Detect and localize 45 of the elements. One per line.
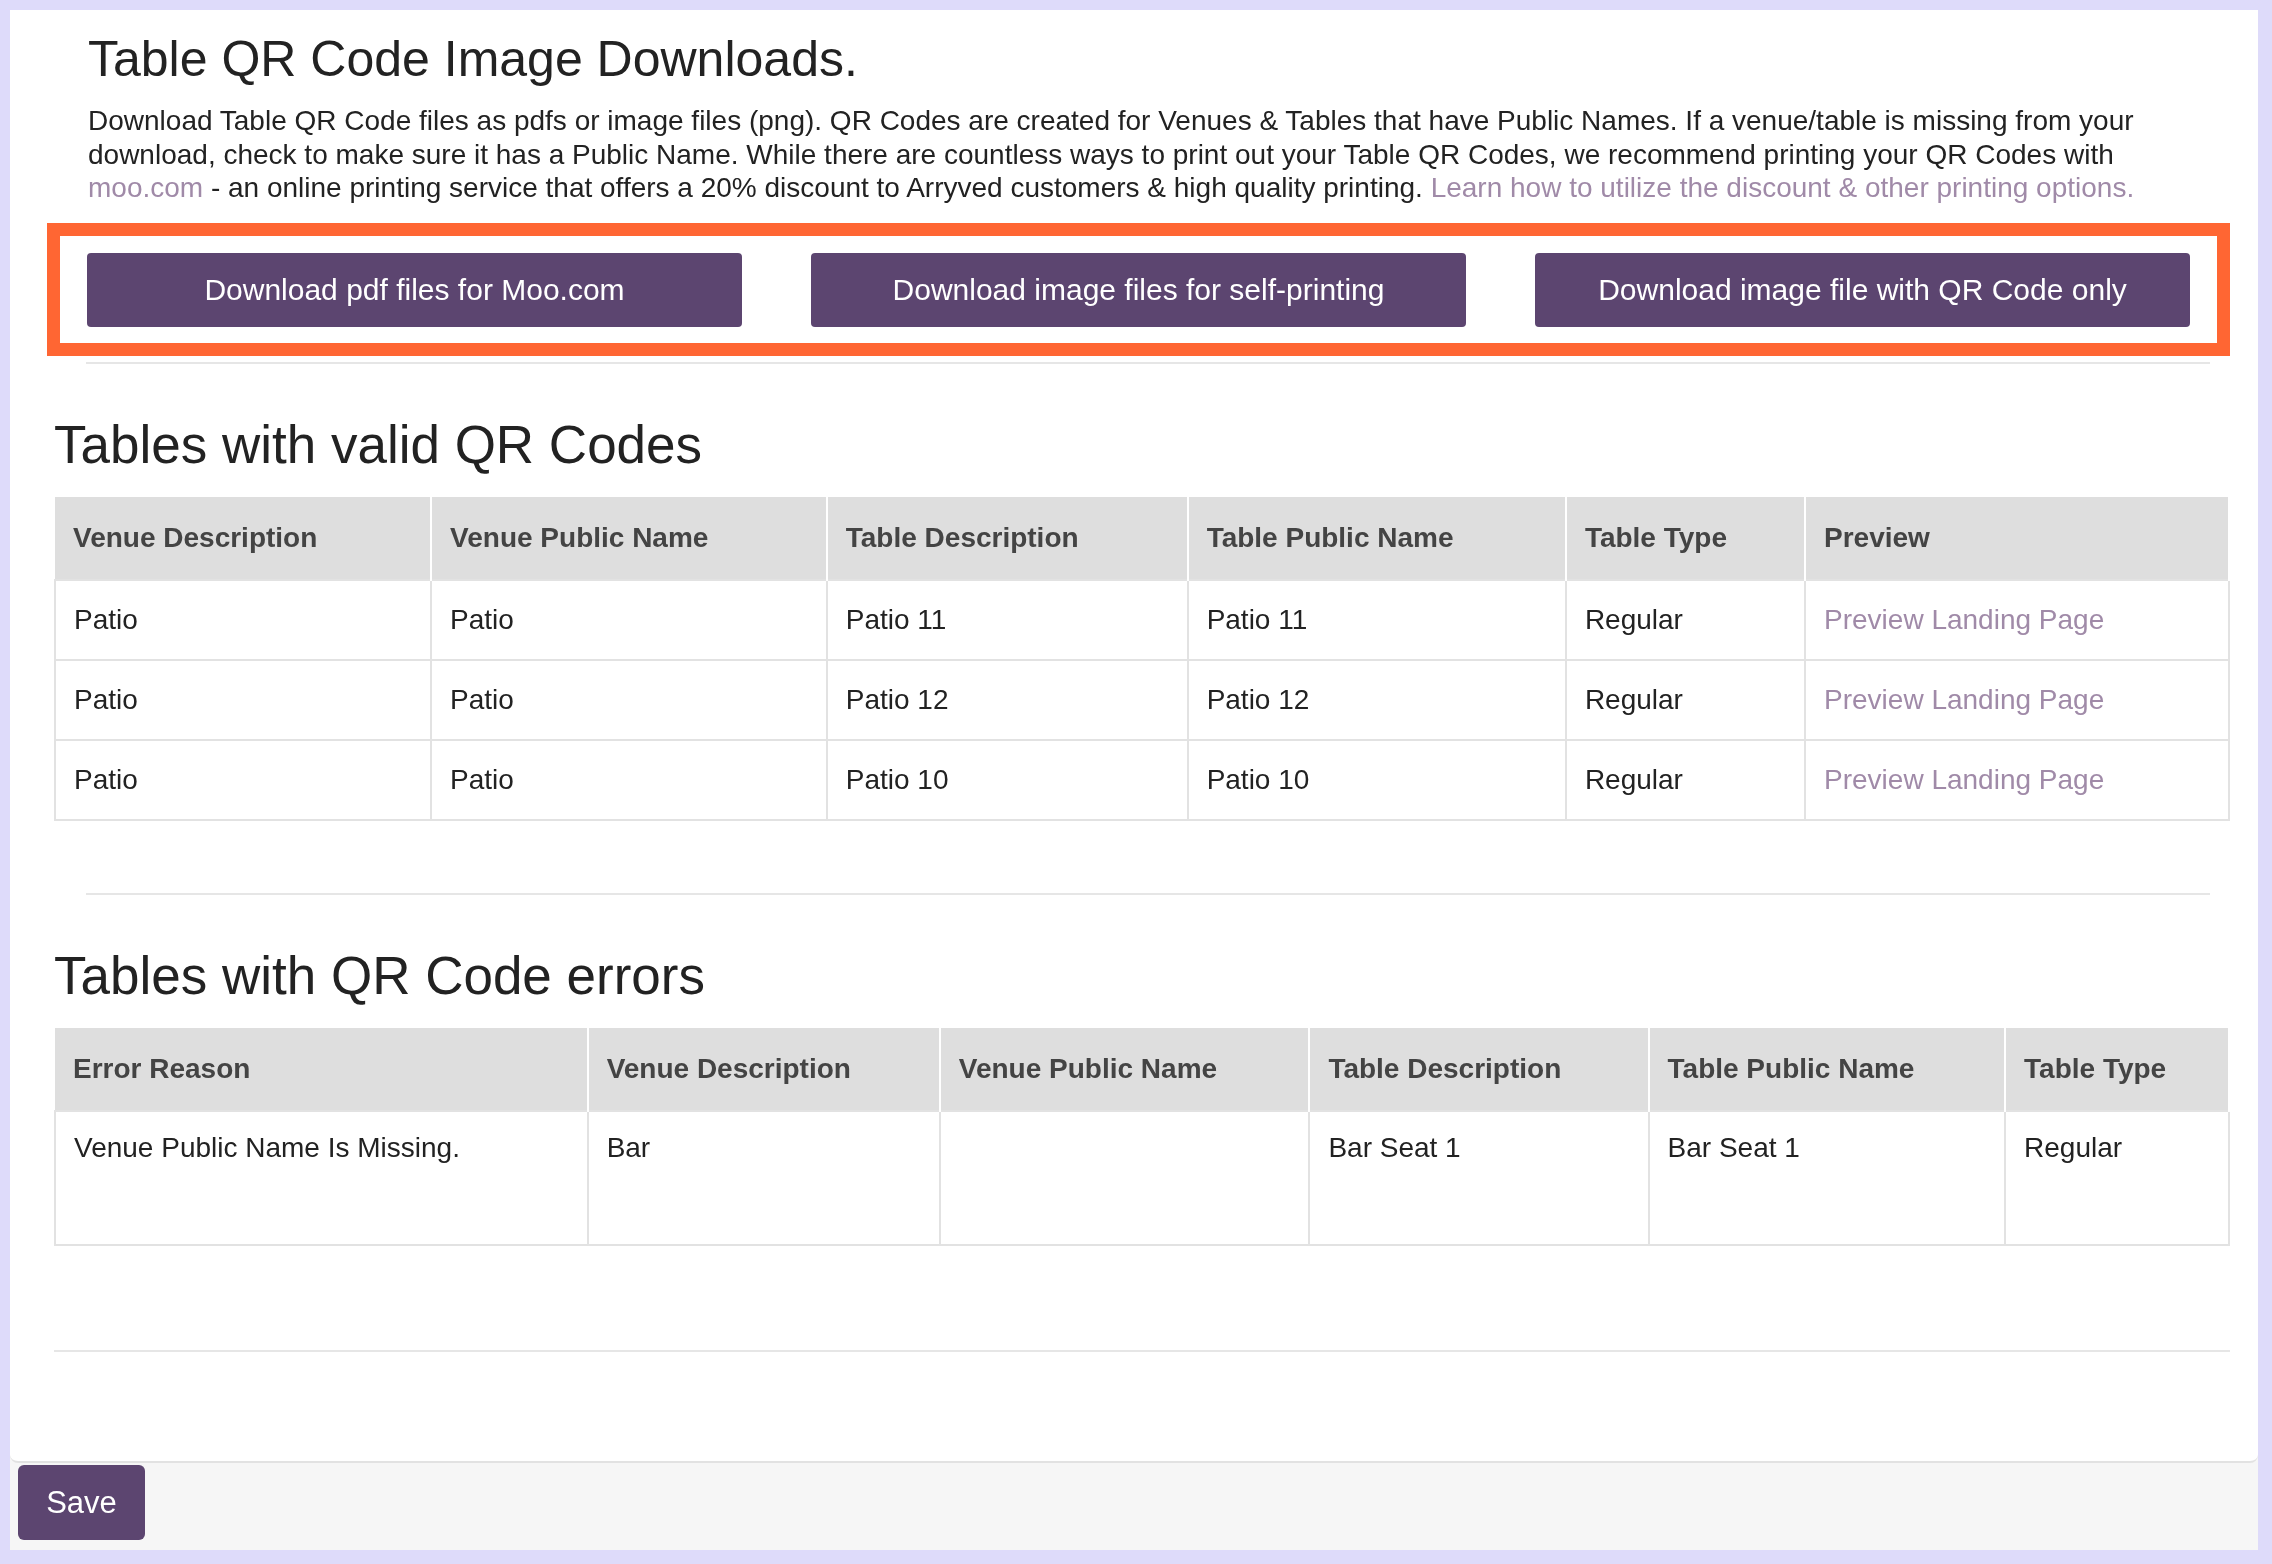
column-header: Preview — [1805, 496, 2229, 580]
text-link[interactable]: moo.com — [88, 172, 204, 203]
table-cell: Patio 11 — [1187, 579, 1566, 660]
column-header: Table Public Name — [1648, 1027, 2006, 1111]
table-cell: Patio — [55, 739, 432, 820]
preview-link[interactable]: Preview Landing Page — [1824, 603, 2105, 635]
download-button[interactable]: Download image files for self-printing — [811, 252, 1466, 327]
table-cell: Patio — [431, 659, 827, 740]
table-cell: Patio — [431, 579, 827, 660]
table-cell: Patio — [55, 579, 432, 660]
table-cell: Patio 10 — [826, 739, 1188, 820]
table-cell: Patio 12 — [826, 659, 1188, 740]
table-cell: Venue Public Name Is Missing. — [55, 1110, 588, 1245]
table-cell: Patio 12 — [1187, 659, 1566, 740]
column-header: Venue Public Name — [431, 496, 827, 580]
column-header: Table Description — [826, 496, 1188, 580]
text-link[interactable]: Learn how to utilize the discount & other printing options. — [1430, 172, 2135, 203]
table-cell: Patio — [55, 659, 432, 740]
intro-paragraph: Download Table QR Code files as pdfs or image files (png). QR Codes are created for Venues & Tables that have Public Names. If a venue/table is missing from your download, check to make sure it has a Public Name. While there are countless ways to print out your Table QR Codes, we recommend printing your QR Codes with moo.com - an online printing service that offers a 20% discount to Arryved customers & high quality printing. Learn how to utilize the discount & other printing options. — [88, 104, 2136, 205]
table-cell: Regular — [2005, 1110, 2229, 1245]
table-cell: Bar Seat 1 — [1309, 1110, 1649, 1245]
table-cell: Bar — [587, 1110, 940, 1245]
column-header: Table Public Name — [1187, 496, 1566, 580]
column-header: Venue Public Name — [939, 1027, 1310, 1111]
column-header: Error Reason — [55, 1027, 588, 1111]
table-cell: Patio — [431, 739, 827, 820]
column-header: Table Type — [1565, 496, 1805, 580]
column-header: Venue Description — [55, 496, 432, 580]
save-button[interactable]: Save — [18, 1465, 145, 1540]
table-cell: Regular — [1565, 659, 1805, 740]
column-header: Venue Description — [587, 1027, 940, 1111]
preview-link[interactable]: Preview Landing Page — [1824, 763, 2105, 795]
table-cell: Patio 10 — [1187, 739, 1566, 820]
preview-link[interactable]: Preview Landing Page — [1824, 683, 2105, 715]
section-heading: Tables with QR Code errors — [54, 944, 706, 1006]
page-title: Table QR Code Image Downloads. — [88, 30, 859, 88]
table-cell: Bar Seat 1 — [1648, 1110, 2006, 1245]
column-header: Table Description — [1309, 1027, 1649, 1111]
download-button[interactable]: Download image file with QR Code only — [1535, 252, 2190, 327]
download-button[interactable]: Download pdf files for Moo.com — [87, 252, 742, 327]
column-header: Table Type — [2005, 1027, 2229, 1111]
table-cell: Regular — [1565, 579, 1805, 660]
section-heading: Tables with valid QR Codes — [54, 413, 704, 475]
table-cell: Regular — [1565, 739, 1805, 820]
table-cell: Patio 11 — [826, 579, 1188, 660]
